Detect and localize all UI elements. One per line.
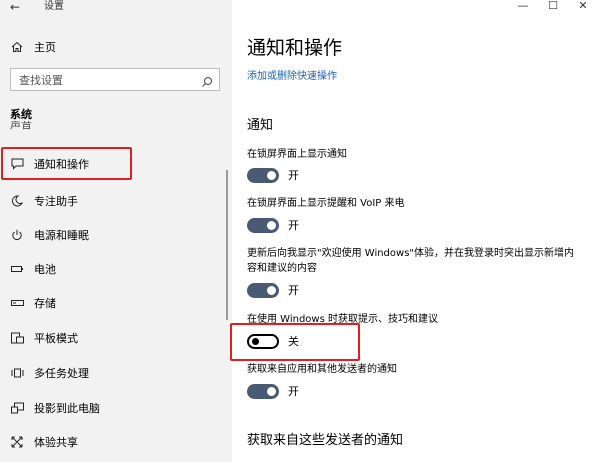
sidebar-item-tablet-mode[interactable]: 平板模式 xyxy=(10,327,220,349)
toggle-row-welcome-experience: 开 xyxy=(247,282,299,298)
toggle-lock-screen-reminders[interactable] xyxy=(247,217,279,233)
highlight-box-tips-toggle xyxy=(230,323,360,361)
toggle-state-text: 开 xyxy=(288,385,299,398)
toggle-row-lock-screen-notifications: 开 xyxy=(247,167,299,183)
sidebar-item-label: 电源和睡眠 xyxy=(34,229,89,242)
sidebar-home-label: 主页 xyxy=(34,41,56,54)
sidebar-item-project[interactable]: 投影到此电脑 xyxy=(10,397,220,419)
toggle-row-app-notifications: 开 xyxy=(247,383,299,399)
search-box[interactable] xyxy=(10,68,220,91)
page-title: 通知和操作 xyxy=(247,37,343,59)
toggle-lock-screen-notifications[interactable] xyxy=(247,167,279,183)
sidebar-item-label: 专注助手 xyxy=(34,195,78,208)
highlight-box-notifications xyxy=(1,147,132,180)
notifications-heading: 通知 xyxy=(247,118,274,133)
share-icon xyxy=(10,436,24,448)
sidebar: ← 设置 主页 系统 声音 通知和操作 专注助手 电源和睡眠 xyxy=(0,0,232,462)
sidebar-item-sound-partial[interactable]: 声音 xyxy=(10,121,210,135)
battery-icon xyxy=(10,265,24,273)
sidebar-item-label: 投影到此电脑 xyxy=(34,402,100,415)
sidebar-item-label: 多任务处理 xyxy=(34,367,89,380)
setting-label-welcome-experience: 更新后向我显示"欢迎使用 Windows"体验，并在我登录时突出显示新增内容和建… xyxy=(247,248,575,274)
sidebar-home[interactable]: 主页 xyxy=(10,37,56,57)
sidebar-item-label: 声音 xyxy=(10,121,32,131)
setting-label-lock-screen-notifications: 在锁屏界面上显示通知 xyxy=(247,149,347,160)
toggle-state-text: 开 xyxy=(288,219,299,232)
toggle-welcome-experience[interactable] xyxy=(247,282,279,298)
setting-label-app-notifications: 获取来自应用和其他发送者的通知 xyxy=(247,364,397,375)
toggle-row-lock-screen-reminders: 开 xyxy=(247,217,299,233)
window-controls: — ☐ ✕ xyxy=(508,0,598,14)
sidebar-item-storage[interactable]: 存储 xyxy=(10,292,220,314)
sidebar-item-label: 存储 xyxy=(34,297,56,310)
project-icon xyxy=(10,402,24,414)
sidebar-scrollbar[interactable] xyxy=(226,170,228,320)
home-icon xyxy=(10,41,24,53)
sidebar-item-label: 体验共享 xyxy=(34,436,78,449)
minimize-button[interactable]: — xyxy=(508,0,538,14)
power-icon xyxy=(10,229,24,241)
toggle-app-notifications[interactable] xyxy=(247,383,279,399)
back-arrow-icon[interactable]: ← xyxy=(10,0,20,14)
sidebar-item-multitasking[interactable]: 多任务处理 xyxy=(10,362,220,384)
toggle-state-text: 开 xyxy=(288,169,299,182)
close-button[interactable]: ✕ xyxy=(568,0,598,14)
multitask-icon xyxy=(10,367,24,379)
moon-icon xyxy=(10,195,24,207)
search-icon[interactable] xyxy=(201,73,213,92)
app-title: 设置 xyxy=(44,1,64,12)
sidebar-section-system: 系统 xyxy=(10,108,32,121)
sidebar-item-shared-experiences[interactable]: 体验共享 xyxy=(10,431,220,453)
sidebar-item-battery[interactable]: 电池 xyxy=(10,258,220,280)
tablet-icon xyxy=(10,332,24,344)
main-content: — ☐ ✕ 通知和操作 添加或删除快速操作 通知 在锁屏界面上显示通知 开 在锁… xyxy=(232,0,598,462)
sidebar-item-label: 电池 xyxy=(34,263,56,276)
sidebar-item-label: 平板模式 xyxy=(34,332,78,345)
sidebar-item-focus-assist[interactable]: 专注助手 xyxy=(10,190,220,212)
senders-heading: 获取来自这些发送者的通知 xyxy=(247,433,404,448)
storage-icon xyxy=(10,299,24,307)
quick-actions-link[interactable]: 添加或删除快速操作 xyxy=(247,67,337,82)
titlebar-left: ← 设置 xyxy=(0,0,232,18)
maximize-button[interactable]: ☐ xyxy=(538,0,568,14)
search-input[interactable] xyxy=(11,70,191,91)
setting-label-lock-screen-reminders: 在锁屏界面上显示提醒和 VoIP 来电 xyxy=(247,198,405,209)
sidebar-item-power-sleep[interactable]: 电源和睡眠 xyxy=(10,224,220,246)
toggle-state-text: 开 xyxy=(288,284,299,297)
